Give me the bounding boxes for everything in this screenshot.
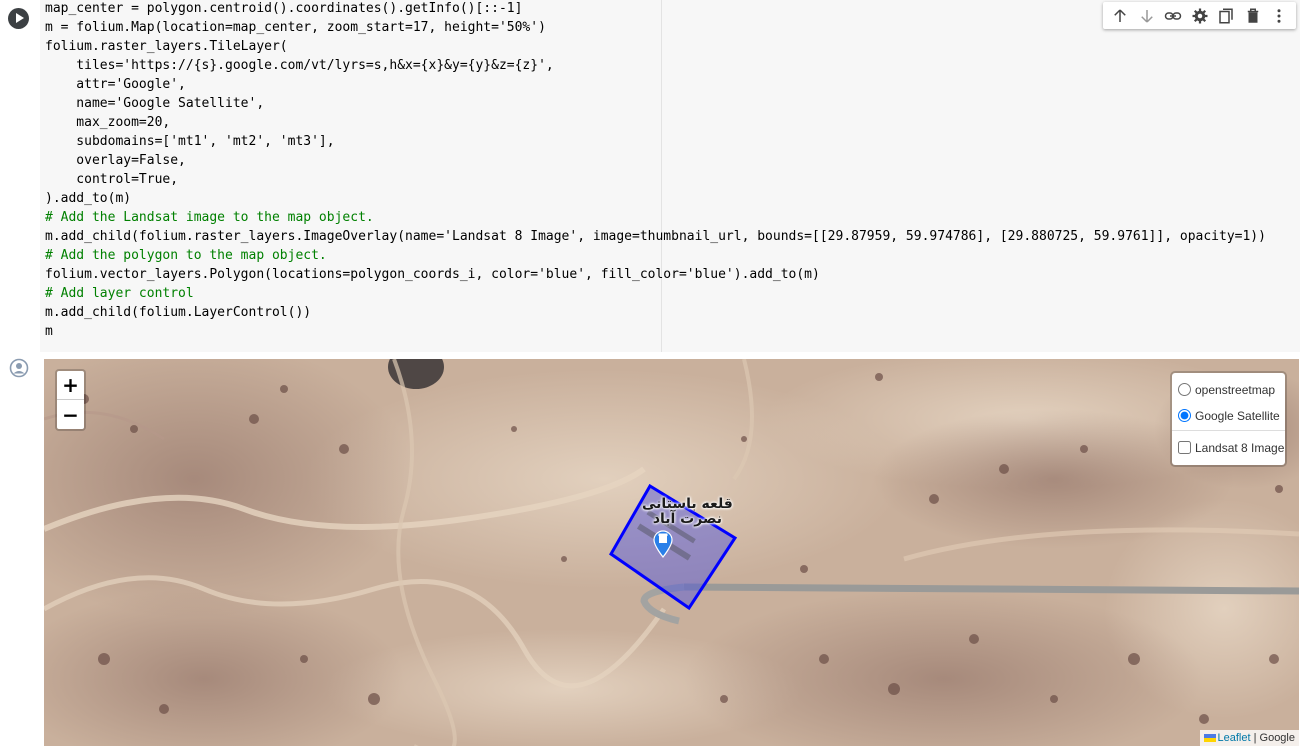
code-line: tiles='https://{s}.google.com/vt/lyrs=s,… xyxy=(45,58,554,73)
code-line: m = folium.Map(location=map_center, zoom… xyxy=(45,20,546,35)
code-line: ).add_to(m) xyxy=(45,191,132,206)
layer-control: openstreetmap Google Satellite Landsat 8… xyxy=(1170,371,1287,467)
zoom-in-button[interactable]: + xyxy=(57,371,84,400)
code-line: subdomains=['mt1', 'mt2', 'mt3'], xyxy=(45,134,335,149)
place-label-line1: قلعه باستانی xyxy=(642,496,733,512)
layer-label: Google Satellite xyxy=(1195,408,1280,423)
mirror-cell-icon xyxy=(1219,8,1233,23)
leaflet-link[interactable]: Leaflet xyxy=(1218,732,1251,744)
layer-option-openstreetmap[interactable]: openstreetmap xyxy=(1178,379,1279,400)
layer-option-google-satellite[interactable]: Google Satellite xyxy=(1178,405,1280,426)
layer-separator xyxy=(1172,430,1285,431)
layer-option-landsat[interactable]: Landsat 8 Image xyxy=(1178,437,1284,458)
run-cell-button[interactable] xyxy=(8,8,29,29)
map-attribution: Leaflet | Google xyxy=(1199,730,1299,746)
trash-icon xyxy=(1247,8,1258,23)
gear-icon xyxy=(1192,8,1208,23)
layer-label: openstreetmap xyxy=(1195,382,1276,397)
zoom-control: + − xyxy=(55,369,86,431)
ukraine-flag-icon xyxy=(1203,734,1216,743)
code-comment: # Add the Landsat image to the map objec… xyxy=(45,210,374,225)
code-editor[interactable]: map_center = polygon.centroid().coordina… xyxy=(40,0,1300,352)
arrow-down-icon xyxy=(1140,9,1153,23)
code-line: m xyxy=(45,324,53,339)
cell-toolbar xyxy=(1103,2,1296,29)
code-line: attr='Google', xyxy=(45,77,186,92)
code-line: map_center = polygon.centroid().coordina… xyxy=(45,1,523,16)
code-line: folium.vector_layers.Polygon(locations=p… xyxy=(45,267,820,282)
code-line: overlay=False, xyxy=(45,153,186,168)
attribution-separator: | xyxy=(1250,732,1260,744)
link-button[interactable] xyxy=(1160,2,1187,29)
google-attribution: Google xyxy=(1259,732,1295,744)
move-up-button[interactable] xyxy=(1107,2,1134,29)
map-marker-icon[interactable] xyxy=(652,530,674,558)
place-label: قلعه باستانی نصرت آباد xyxy=(642,497,733,527)
cell-gutter xyxy=(0,0,40,352)
layer-label: Landsat 8 Image xyxy=(1195,440,1285,455)
code-comment: # Add the polygon to the map object. xyxy=(45,248,327,263)
code-comment: # Add layer control xyxy=(45,286,194,301)
more-vert-icon xyxy=(1277,8,1281,23)
mirror-cell-button[interactable] xyxy=(1213,2,1240,29)
code-line: name='Google Satellite', xyxy=(45,96,265,111)
code-line: m.add_child(folium.LayerControl()) xyxy=(45,305,312,320)
code-line: max_zoom=20, xyxy=(45,115,171,130)
code-text[interactable]: map_center = polygon.centroid().coordina… xyxy=(45,0,1266,341)
link-icon xyxy=(1165,11,1182,20)
code-line: control=True, xyxy=(45,172,179,187)
code-line: folium.raster_layers.TileLayer( xyxy=(45,39,288,54)
place-label-line2: نصرت آباد xyxy=(652,511,723,527)
code-cell[interactable]: map_center = polygon.centroid().coordina… xyxy=(0,0,1300,352)
settings-button[interactable] xyxy=(1187,2,1214,29)
folium-map[interactable]: قلعه باستانی نصرت آباد + − openstreetmap… xyxy=(44,359,1299,746)
delete-button[interactable] xyxy=(1240,2,1267,29)
more-options-button[interactable] xyxy=(1266,2,1293,29)
code-line: m.add_child(folium.raster_layers.ImageOv… xyxy=(45,229,1266,244)
move-down-button[interactable] xyxy=(1134,2,1161,29)
zoom-out-button[interactable]: − xyxy=(57,400,84,429)
output-user-icon[interactable] xyxy=(9,358,29,378)
layer-radio-openstreetmap[interactable] xyxy=(1178,383,1191,396)
layer-checkbox-landsat[interactable] xyxy=(1178,441,1191,454)
arrow-up-icon xyxy=(1114,8,1127,22)
layer-radio-google-satellite[interactable] xyxy=(1178,409,1191,422)
output-gutter xyxy=(0,352,44,746)
